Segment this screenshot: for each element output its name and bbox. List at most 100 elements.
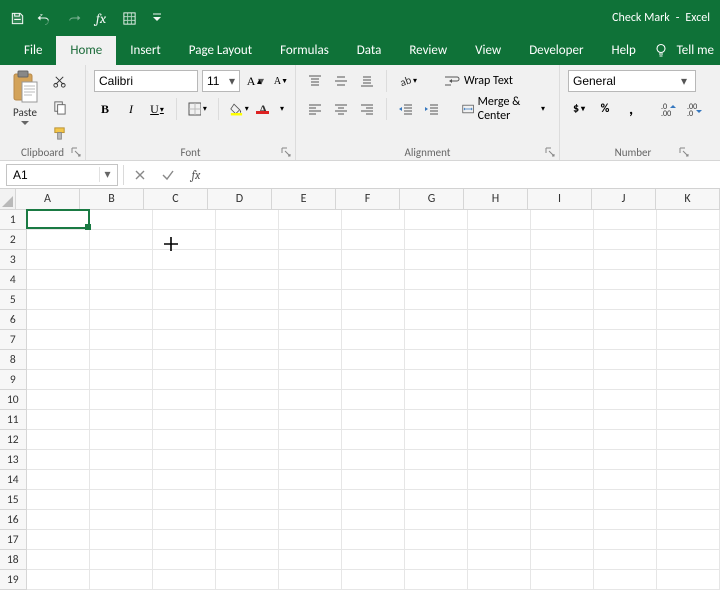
cell[interactable] (468, 430, 531, 450)
cell[interactable] (279, 510, 342, 530)
cell[interactable] (468, 410, 531, 430)
tab-insert[interactable]: Insert (116, 36, 175, 65)
cell[interactable] (531, 450, 594, 470)
cancel-formula-button[interactable] (126, 162, 154, 188)
tab-file[interactable]: File (10, 36, 56, 65)
cell[interactable] (27, 430, 90, 450)
cell[interactable] (531, 230, 594, 250)
cell[interactable] (153, 510, 216, 530)
cell[interactable] (405, 390, 468, 410)
cell[interactable] (342, 210, 405, 230)
font-dialog-launcher[interactable] (280, 146, 292, 158)
cell[interactable] (594, 570, 657, 590)
cell[interactable] (657, 270, 720, 290)
cell[interactable] (594, 510, 657, 530)
cell[interactable] (468, 270, 531, 290)
cell[interactable] (153, 450, 216, 470)
cell[interactable] (90, 230, 153, 250)
new-sheet-icon[interactable] (120, 9, 138, 27)
cell[interactable] (153, 290, 216, 310)
cell[interactable] (216, 330, 279, 350)
cell[interactable] (90, 250, 153, 270)
cell[interactable] (531, 270, 594, 290)
cut-button[interactable] (48, 70, 70, 92)
cell[interactable] (468, 490, 531, 510)
chevron-down-icon[interactable]: ▾ (677, 74, 691, 89)
cell[interactable] (153, 330, 216, 350)
cell[interactable] (657, 530, 720, 550)
cell[interactable] (279, 250, 342, 270)
cell[interactable] (531, 430, 594, 450)
cell[interactable] (279, 490, 342, 510)
column-header[interactable]: D (208, 189, 272, 209)
underline-button[interactable]: U▾ (146, 98, 168, 120)
cell[interactable] (216, 530, 279, 550)
cell[interactable] (342, 250, 405, 270)
cell[interactable] (342, 570, 405, 590)
cell[interactable] (27, 230, 90, 250)
cell[interactable] (216, 570, 279, 590)
cell[interactable] (342, 510, 405, 530)
cell[interactable] (27, 390, 90, 410)
tab-home[interactable]: Home (56, 36, 116, 65)
cell[interactable] (594, 350, 657, 370)
row-header[interactable]: 8 (0, 350, 27, 370)
font-color-button[interactable]: A▾ (256, 98, 287, 120)
cell[interactable] (90, 450, 153, 470)
cell[interactable] (279, 570, 342, 590)
align-bottom-button[interactable] (356, 70, 378, 92)
row-header[interactable]: 2 (0, 230, 27, 250)
cell[interactable] (279, 330, 342, 350)
cell[interactable] (279, 430, 342, 450)
column-header[interactable]: G (400, 189, 464, 209)
cell[interactable] (531, 510, 594, 530)
cell[interactable] (153, 390, 216, 410)
tab-page-layout[interactable]: Page Layout (175, 36, 266, 65)
font-name-combo[interactable]: ▾ (94, 70, 198, 92)
cell[interactable] (405, 490, 468, 510)
cell[interactable] (27, 510, 90, 530)
cell[interactable] (279, 370, 342, 390)
cell[interactable] (90, 570, 153, 590)
copy-button[interactable] (48, 96, 70, 118)
tab-review[interactable]: Review (395, 36, 461, 65)
cell[interactable] (216, 390, 279, 410)
row-header[interactable]: 5 (0, 290, 27, 310)
font-size-combo[interactable]: ▾ (202, 70, 240, 92)
cell[interactable] (216, 230, 279, 250)
cell[interactable] (279, 210, 342, 230)
row-header[interactable]: 10 (0, 390, 27, 410)
lightbulb-icon[interactable] (653, 42, 671, 60)
cell[interactable] (27, 330, 90, 350)
cell[interactable] (342, 270, 405, 290)
cell[interactable] (279, 390, 342, 410)
cell[interactable] (405, 270, 468, 290)
cell[interactable] (342, 550, 405, 570)
cell[interactable] (27, 210, 90, 230)
cell[interactable] (279, 550, 342, 570)
row-header[interactable]: 3 (0, 250, 27, 270)
percent-format-button[interactable]: % (594, 98, 616, 120)
cell[interactable] (342, 410, 405, 430)
cell[interactable] (90, 370, 153, 390)
format-painter-button[interactable] (48, 122, 70, 144)
cell[interactable] (279, 450, 342, 470)
cell[interactable] (594, 430, 657, 450)
cell[interactable] (657, 310, 720, 330)
cell[interactable] (90, 490, 153, 510)
number-format-combo[interactable]: ▾ (568, 70, 696, 92)
column-header[interactable]: A (16, 189, 80, 209)
cell[interactable] (594, 550, 657, 570)
decrease-indent-button[interactable] (395, 98, 417, 120)
row-header[interactable]: 18 (0, 550, 27, 570)
cell[interactable] (468, 390, 531, 410)
row-header[interactable]: 6 (0, 310, 27, 330)
formula-input[interactable] (210, 164, 720, 186)
cell[interactable] (153, 210, 216, 230)
cell[interactable] (531, 370, 594, 390)
font-size-input[interactable] (203, 74, 225, 88)
cell[interactable] (90, 290, 153, 310)
cell[interactable] (657, 290, 720, 310)
cell[interactable] (216, 290, 279, 310)
cell[interactable] (342, 370, 405, 390)
